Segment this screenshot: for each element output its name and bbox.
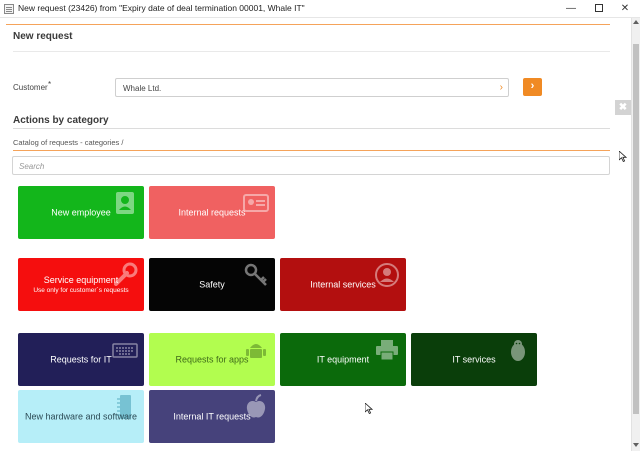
breadcrumb[interactable]: Catalog of requests - categories / — [13, 138, 123, 147]
tile-label: New hardware and software — [24, 411, 138, 421]
tile-label: Requests for IT — [50, 354, 112, 364]
tile-it-services[interactable]: IT services — [411, 333, 537, 386]
close-window-button[interactable]: ✕ — [612, 0, 638, 18]
tile-it-equipment[interactable]: IT equipment — [280, 333, 406, 386]
maximize-icon — [595, 4, 603, 13]
tile-service-equipment[interactable]: Service equipment Use only for customer´… — [18, 258, 144, 311]
tile-label: Safety — [199, 279, 225, 289]
window-title: New request (23426) from "Expiry date of… — [18, 3, 305, 13]
scroll-down-icon[interactable] — [633, 443, 639, 447]
tile-label: Internal requests — [178, 207, 246, 217]
chevron-right-icon: › — [499, 82, 503, 93]
scroll-up-icon[interactable] — [633, 20, 639, 24]
search-placeholder: Search — [19, 162, 45, 171]
page-title: New request — [13, 31, 73, 42]
tile-label: New employee — [51, 207, 111, 217]
divider — [13, 51, 610, 52]
window-titlebar: New request (23426) from "Expiry date of… — [0, 0, 640, 18]
tile-sublabel: Use only for customer´s requests — [33, 286, 129, 294]
tile-internal-requests[interactable]: Internal requests — [149, 186, 275, 239]
divider — [13, 128, 610, 129]
mouse-cursor-icon — [365, 403, 373, 414]
request-form: New request Customer * Whale Ltd. › › Ac… — [6, 24, 626, 451]
tile-safety[interactable]: Safety — [149, 258, 275, 311]
customer-open-button[interactable]: › — [523, 78, 542, 96]
required-mark: * — [48, 80, 52, 89]
tile-new-employee[interactable]: New employee — [18, 186, 144, 239]
scrollbar-thumb[interactable] — [633, 44, 639, 414]
tile-new-hardware-and-software[interactable]: New hardware and software — [18, 390, 144, 443]
maximize-button[interactable] — [586, 0, 612, 18]
tile-label: Internal services — [310, 279, 376, 289]
minimize-button[interactable]: — — [558, 0, 584, 18]
app-window-icon — [4, 4, 14, 14]
tile-requests-for-apps[interactable]: Requests for apps — [149, 333, 275, 386]
tile-label: IT services — [452, 354, 496, 364]
search-input[interactable]: Search — [12, 156, 610, 175]
tile-requests-for-it[interactable]: Requests for IT — [18, 333, 144, 386]
customer-label: Customer — [13, 83, 48, 92]
tile-label: IT equipment — [316, 354, 370, 364]
tile-internal-it-requests[interactable]: Internal IT requests — [149, 390, 275, 443]
tile-label: Internal IT requests — [173, 411, 251, 421]
tile-label-group: Service equipment Use only for customer´… — [18, 275, 144, 295]
mouse-cursor-icon — [619, 151, 627, 162]
breadcrumb-accent-line — [13, 150, 610, 151]
vertical-scrollbar[interactable] — [631, 18, 640, 451]
tile-label: Requests for apps — [175, 354, 249, 364]
header-accent-line — [6, 24, 610, 25]
tile-label: Service equipment — [43, 274, 119, 285]
customer-value: Whale Ltd. — [123, 84, 162, 93]
tile-internal-services[interactable]: Internal services — [280, 258, 406, 311]
customer-field[interactable]: Whale Ltd. › — [115, 78, 509, 97]
section-title-actions: Actions by category — [13, 115, 109, 126]
